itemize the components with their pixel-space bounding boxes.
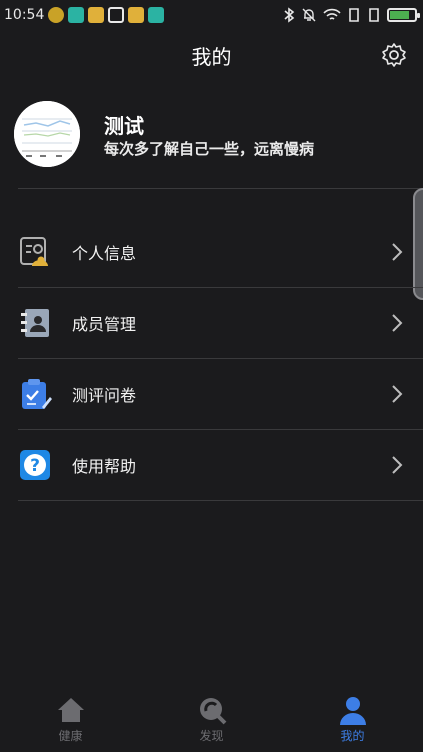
status-bar: 10:54: [0, 0, 423, 30]
chevron-right-icon: [392, 385, 403, 403]
menu-item-label: 成员管理: [72, 315, 137, 334]
wifi-icon: [323, 8, 341, 20]
bluetooth-icon: [284, 7, 295, 23]
gear-icon[interactable]: [381, 42, 407, 68]
member-contact-icon: [21, 309, 49, 337]
menu-item-personal-info[interactable]: 个人信息: [0, 217, 423, 287]
menu-item-label: 测评问卷: [72, 386, 137, 405]
folder-icon: [128, 7, 145, 23]
menu-item-label: 使用帮助: [72, 457, 137, 476]
tab-mine[interactable]: 我的: [282, 692, 423, 752]
tab-label: 我的: [340, 729, 365, 743]
divider: [18, 188, 423, 189]
menu-item-label: 个人信息: [72, 244, 137, 263]
home-icon: [57, 698, 84, 722]
personal-info-icon: [20, 237, 48, 266]
chevron-right-icon: [392, 243, 403, 261]
user-icon: [339, 697, 366, 725]
profile-subtitle: 每次多了解自己一些，远离慢病: [104, 140, 315, 158]
profile-name: 测试: [104, 114, 144, 138]
usb-icon: [148, 7, 165, 23]
signal-sim2-icon: [369, 8, 379, 22]
battery-icon: [387, 8, 420, 22]
tab-label: 发现: [199, 729, 224, 743]
tab-health[interactable]: 健康: [0, 692, 141, 752]
status-time: 10:54: [4, 7, 45, 23]
discover-icon: [199, 698, 226, 725]
page-title: 我的: [191, 44, 232, 69]
chevron-right-icon: [392, 456, 403, 474]
bottom-tab-bar: 健康 发现 我的: [0, 692, 423, 752]
status-left: 10:54: [4, 7, 165, 23]
notification-app-icon: [48, 7, 65, 23]
signal-sim1-icon: [349, 8, 359, 22]
avatar[interactable]: [14, 101, 80, 167]
clean-icon: [108, 7, 125, 23]
notification-app-icon: [68, 7, 85, 23]
folder-icon: [88, 7, 105, 23]
header: 我的: [0, 30, 423, 80]
menu-item-member-management[interactable]: 成员管理: [0, 288, 423, 358]
svg-text:?: ?: [30, 456, 40, 476]
help-question-icon: ?: [20, 450, 50, 480]
menu-item-questionnaire[interactable]: 测评问卷: [0, 359, 423, 429]
tab-label: 健康: [58, 729, 83, 743]
chevron-right-icon: [392, 314, 403, 332]
questionnaire-clipboard-icon: [22, 379, 52, 409]
menu-item-help[interactable]: ? 使用帮助: [0, 430, 423, 500]
mute-bell-icon: [302, 8, 316, 22]
battery-level: [390, 11, 410, 19]
status-right: [283, 7, 420, 23]
avatar-chart-thumbnail-icon: [14, 101, 80, 167]
divider: [18, 500, 423, 501]
profile-card[interactable]: 测试 每次多了解自己一些，远离慢病: [0, 98, 423, 188]
tab-discover[interactable]: 发现: [141, 692, 282, 752]
